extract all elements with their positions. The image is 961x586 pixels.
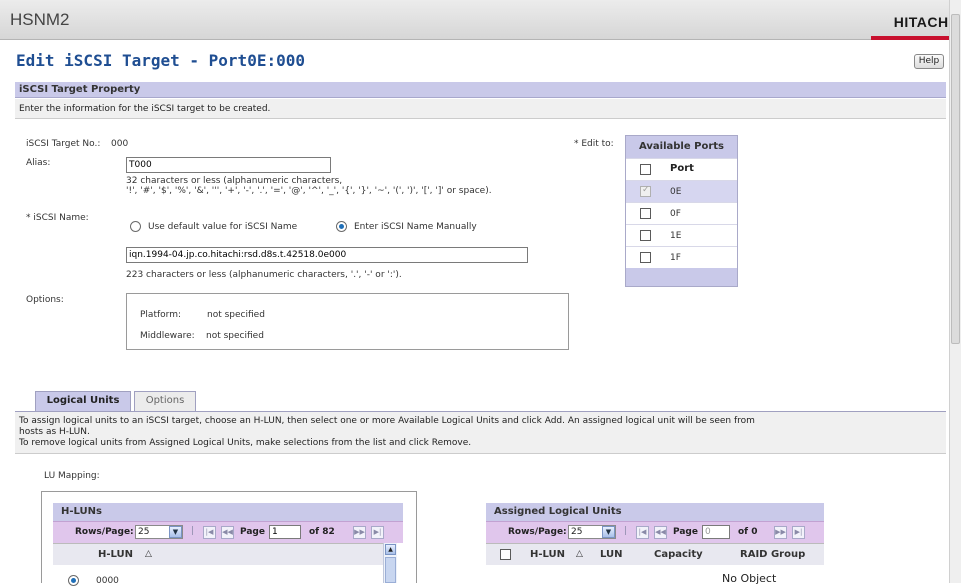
empty-text: No Object [722,572,777,585]
radio-default-label: Use default value for iSCSI Name [148,222,298,232]
options-box [126,293,569,350]
first-page-icon[interactable]: |◀ [636,526,649,539]
col-capacity[interactable]: Capacity [654,549,703,560]
scroll-thumb[interactable] [385,557,396,583]
rows-per-page-value: 25 [571,527,583,537]
page-label: Page [240,527,265,537]
chevron-down-icon[interactable]: ▼ [169,526,182,538]
page-title: Edit iSCSI Target - Port0E:000 [16,51,305,70]
next-page-icon[interactable]: ▶▶ [353,526,366,539]
port-row[interactable]: 0E [626,180,737,202]
assigned-column-header: H-LUN △ LUN Capacity RAID Group [486,543,824,565]
lu-mapping-label: LU Mapping: [44,471,100,481]
port-name: 1F [670,253,681,263]
ports-footer [626,268,737,286]
alias-hint-line2: '!', '#', '$', '%', '&', ''', '+', '-', … [126,186,492,196]
options-label: Options: [26,295,64,305]
select-all-checkbox[interactable] [500,549,511,560]
ports-column-header: Port [626,158,737,180]
rows-per-page-select[interactable]: 25 ▼ [568,525,616,539]
target-no-value: 000 [111,139,129,149]
pager-divider: | [624,526,628,536]
window-scroll-thumb[interactable] [951,14,960,344]
iscsi-name-label: * iSCSI Name: [26,213,89,223]
port-row[interactable]: 1E [626,224,737,246]
lu-desc-line3: To remove logical units from Assigned Lo… [19,438,472,448]
platform-label: Platform: [140,310,181,320]
rows-per-page-select[interactable]: 25 ▼ [135,525,183,539]
section-description: Enter the information for the iSCSI targ… [15,99,946,119]
middleware-label: Middleware: [140,331,195,341]
pager-divider: | [191,526,195,536]
rows-per-page-value: 25 [138,527,150,537]
port-name: 1E [670,231,682,241]
port-checkbox[interactable] [640,208,651,219]
page-input[interactable]: 0 [702,525,730,539]
hluns-column-header[interactable]: H-LUN △ [53,543,383,565]
lu-desc-line2: hosts as H-LUN. [19,427,90,437]
brand-accent-bar [871,36,949,40]
page-count: of 82 [309,527,335,537]
sort-asc-icon[interactable]: △ [145,549,152,559]
alias-input[interactable]: T000 [126,157,331,173]
assigned-empty-row: No Object [486,565,824,585]
lu-desc-line1: To assign logical units to an iSCSI targ… [19,416,755,426]
port-row[interactable]: 1F [626,246,737,268]
edit-to-label: * Edit to: [574,139,614,149]
port-name: 0F [670,209,681,219]
hluns-pager: Rows/Page: 25 ▼ | |◀ ◀◀ Page 1 of 82 ▶▶ … [53,521,403,543]
iscsi-name-hint: 223 characters or less (alphanumeric cha… [126,270,402,280]
app-name: HSNM2 [10,10,70,29]
rows-per-page-label: Rows/Page: [75,527,134,537]
col-lun[interactable]: LUN [600,549,623,560]
scroll-up-icon[interactable]: ▲ [385,544,396,555]
platform-value: not specified [207,310,265,320]
iscsi-name-input[interactable]: iqn.1994-04.jp.co.hitachi:rsd.d8s.t.4251… [126,247,528,263]
sort-asc-icon[interactable]: △ [576,549,583,559]
assigned-pager: Rows/Page: 25 ▼ | |◀ ◀◀ Page 0 of 0 ▶▶ ▶… [486,521,824,543]
alias-hint-line1: 32 characters or less (alphanumeric char… [126,176,343,186]
tab-logical-units[interactable]: Logical Units [35,391,131,411]
port-checkbox[interactable] [640,230,651,241]
middleware-value: not specified [206,331,264,341]
port-checkbox [640,185,651,197]
next-page-icon[interactable]: ▶▶ [774,526,787,539]
first-page-icon[interactable]: |◀ [203,526,216,539]
radio-default-name[interactable] [130,221,141,232]
rows-per-page-label: Rows/Page: [508,527,567,537]
chevron-down-icon[interactable]: ▼ [602,526,615,538]
previous-page-icon[interactable]: ◀◀ [654,526,667,539]
help-button[interactable]: Help [914,54,944,69]
available-ports-panel: Available Ports Port 0E 0F 1E 1F [625,135,738,287]
port-name: 0E [670,187,682,197]
radio-manual-name[interactable] [336,221,347,232]
hluns-heading: H-LUNs [53,503,403,521]
col-raid-group[interactable]: RAID Group [740,549,805,560]
last-page-icon[interactable]: ▶| [371,526,384,539]
alias-label: Alias: [26,158,51,168]
tab-options[interactable]: Options [134,391,196,411]
assigned-heading: Assigned Logical Units [486,503,824,521]
title-bar [0,0,949,40]
section-heading: iSCSI Target Property [15,82,946,98]
available-ports-heading: Available Ports [626,136,737,158]
port-checkbox[interactable] [640,252,651,263]
select-all-checkbox[interactable] [640,164,651,175]
col-hlun[interactable]: H-LUN [530,549,565,560]
page-label: Page [673,527,698,537]
last-page-icon[interactable]: ▶| [792,526,805,539]
lu-description: To assign logical units to an iSCSI targ… [15,412,946,454]
previous-page-icon[interactable]: ◀◀ [221,526,234,539]
page-count: of 0 [738,527,758,537]
hluns-scrollbar[interactable]: ▲ [383,543,397,583]
hlun-radio[interactable] [68,575,79,586]
port-row[interactable]: 0F [626,202,737,224]
port-column-label: Port [670,163,694,174]
hlun-column-label: H-LUN [98,549,134,560]
target-no-label: iSCSI Target No.: [26,139,101,149]
radio-manual-label: Enter iSCSI Name Manually [354,222,477,232]
hlun-value: 0000 [96,576,119,586]
brand-logo: HITACHI [893,14,953,30]
page-input[interactable]: 1 [269,525,301,539]
